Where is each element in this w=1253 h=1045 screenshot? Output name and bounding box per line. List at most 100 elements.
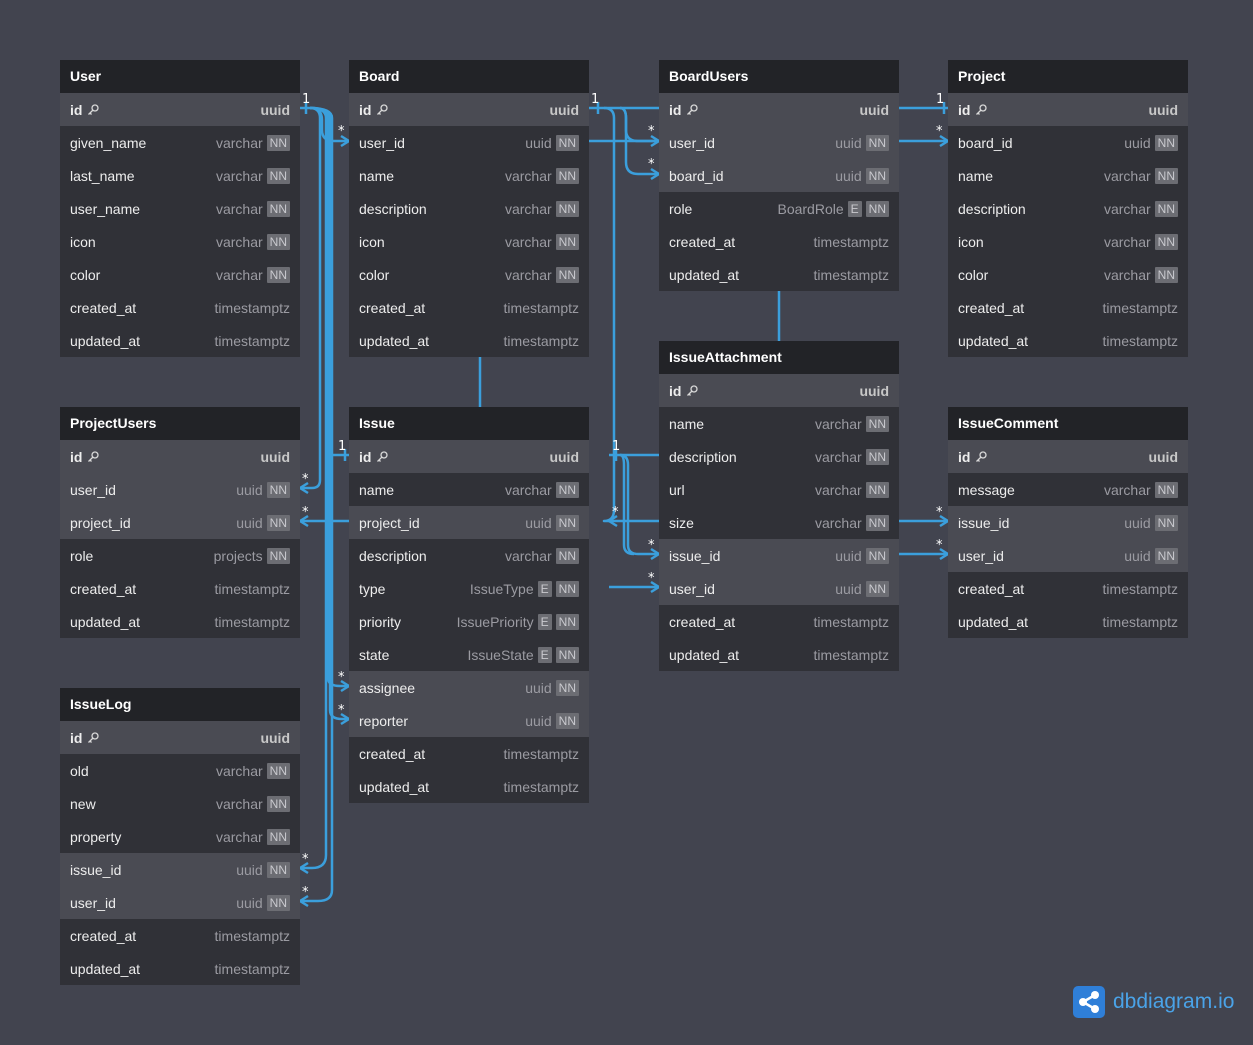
field-row-updated-at[interactable]: updated_at timestamptz (659, 638, 899, 671)
field-row-updated-at[interactable]: updated_at timestamptz (948, 605, 1188, 638)
field-row-project-id[interactable]: project_id uuid NN (349, 506, 589, 539)
field-row-updated-at[interactable]: updated_at timestamptz (659, 258, 899, 291)
dbdiagram-logo[interactable]: dbdiagram.io (1073, 986, 1234, 1018)
field-name-wrap: icon (70, 234, 96, 250)
table-header[interactable]: Issue (349, 407, 589, 440)
field-row-updated-at[interactable]: updated_at timestamptz (349, 770, 589, 803)
field-row-issue-id[interactable]: issue_id uuid NN (948, 506, 1188, 539)
field-row-created-at[interactable]: created_at timestamptz (60, 572, 300, 605)
field-row-description[interactable]: description varchar NN (948, 192, 1188, 225)
field-row-updated-at[interactable]: updated_at timestamptz (60, 952, 300, 985)
field-row-given-name[interactable]: given_name varchar NN (60, 126, 300, 159)
field-row-user-id[interactable]: user_id uuid NN (659, 126, 899, 159)
table-issuelog[interactable]: IssueLog id uuid old varchar NN new varchar NN pr… (60, 688, 300, 985)
field-row-board-id[interactable]: board_id uuid NN (948, 126, 1188, 159)
table-boardusers[interactable]: BoardUsers id uuid user_id uuid NN board_id uui… (659, 60, 899, 291)
field-row-user-id[interactable]: user_id uuid NN (60, 473, 300, 506)
field-row-size[interactable]: size varchar NN (659, 506, 899, 539)
field-row-updated-at[interactable]: updated_at timestamptz (60, 605, 300, 638)
field-row-id[interactable]: id uuid (349, 93, 589, 126)
field-row-user-id[interactable]: user_id uuid NN (659, 572, 899, 605)
table-header[interactable]: Board (349, 60, 589, 93)
field-row-role[interactable]: role projects NN (60, 539, 300, 572)
table-project[interactable]: Project id uuid board_id uuid NN name varchar NN… (948, 60, 1188, 357)
field-row-color[interactable]: color varchar NN (948, 258, 1188, 291)
field-row-assignee[interactable]: assignee uuid NN (349, 671, 589, 704)
field-row-message[interactable]: message varchar NN (948, 473, 1188, 506)
field-row-description[interactable]: description varchar NN (659, 440, 899, 473)
field-type: timestamptz (1102, 299, 1178, 316)
field-row-last-name[interactable]: last_name varchar NN (60, 159, 300, 192)
table-header[interactable]: User (60, 60, 300, 93)
field-name: given_name (70, 134, 147, 151)
table-header[interactable]: IssueLog (60, 688, 300, 721)
field-type-wrap: uuid NN (236, 861, 290, 878)
field-type-wrap: timestamptz (215, 581, 290, 597)
field-row-description[interactable]: description varchar NN (349, 539, 589, 572)
table-header[interactable]: ProjectUsers (60, 407, 300, 440)
table-header[interactable]: IssueComment (948, 407, 1188, 440)
field-row-project-id[interactable]: project_id uuid NN (60, 506, 300, 539)
field-row-created-at[interactable]: created_at timestamptz (659, 225, 899, 258)
field-row-issue-id[interactable]: issue_id uuid NN (60, 853, 300, 886)
field-row-name[interactable]: name varchar NN (349, 159, 589, 192)
table-issue[interactable]: Issue id uuid name varchar NN project_id uuid NN… (349, 407, 589, 803)
field-row-user-id[interactable]: user_id uuid NN (60, 886, 300, 919)
field-row-type[interactable]: type IssueType E NN (349, 572, 589, 605)
field-row-color[interactable]: color varchar NN (349, 258, 589, 291)
field-row-id[interactable]: id uuid (948, 440, 1188, 473)
field-type: varchar (1103, 200, 1151, 217)
field-row-new[interactable]: new varchar NN (60, 787, 300, 820)
field-row-id[interactable]: id uuid (659, 93, 899, 126)
field-row-user-id[interactable]: user_id uuid NN (349, 126, 589, 159)
field-row-url[interactable]: url varchar NN (659, 473, 899, 506)
table-header[interactable]: BoardUsers (659, 60, 899, 93)
field-row-state[interactable]: state IssueState E NN (349, 638, 589, 671)
field-row-icon[interactable]: icon varchar NN (349, 225, 589, 258)
field-row-name[interactable]: name varchar NN (659, 407, 899, 440)
field-row-id[interactable]: id uuid (948, 93, 1188, 126)
field-row-created-at[interactable]: created_at timestamptz (659, 605, 899, 638)
field-row-id[interactable]: id uuid (60, 440, 300, 473)
field-row-created-at[interactable]: created_at timestamptz (948, 572, 1188, 605)
field-row-created-at[interactable]: created_at timestamptz (349, 291, 589, 324)
field-row-user-name[interactable]: user_name varchar NN (60, 192, 300, 225)
field-row-id[interactable]: id uuid (349, 440, 589, 473)
field-row-reporter[interactable]: reporter uuid NN (349, 704, 589, 737)
field-row-name[interactable]: name varchar NN (349, 473, 589, 506)
table-user[interactable]: User id uuid given_name varchar NN last_name va… (60, 60, 300, 357)
field-row-created-at[interactable]: created_at timestamptz (60, 919, 300, 952)
field-row-updated-at[interactable]: updated_at timestamptz (948, 324, 1188, 357)
field-row-role[interactable]: role BoardRole E NN (659, 192, 899, 225)
field-row-board-id[interactable]: board_id uuid NN (659, 159, 899, 192)
issue-reporter-line (309, 106, 349, 721)
field-row-id[interactable]: id uuid (60, 93, 300, 126)
field-row-color[interactable]: color varchar NN (60, 258, 300, 291)
table-issuecomment[interactable]: IssueComment id uuid message varchar NN issue_… (948, 407, 1188, 638)
field-row-property[interactable]: property varchar NN (60, 820, 300, 853)
table-board[interactable]: Board id uuid user_id uuid NN name varchar NN des… (349, 60, 589, 357)
field-row-created-at[interactable]: created_at timestamptz (60, 291, 300, 324)
field-name-wrap: created_at (669, 234, 735, 250)
table-header[interactable]: Project (948, 60, 1188, 93)
field-row-id[interactable]: id uuid (60, 721, 300, 754)
field-name-wrap: color (70, 267, 100, 283)
field-row-created-at[interactable]: created_at timestamptz (948, 291, 1188, 324)
table-projectusers[interactable]: ProjectUsers id uuid user_id uuid NN project_i… (60, 407, 300, 638)
field-row-created-at[interactable]: created_at timestamptz (349, 737, 589, 770)
field-row-old[interactable]: old varchar NN (60, 754, 300, 787)
field-name-wrap: name (359, 168, 394, 184)
field-row-issue-id[interactable]: issue_id uuid NN (659, 539, 899, 572)
field-row-name[interactable]: name varchar NN (948, 159, 1188, 192)
field-row-priority[interactable]: priority IssuePriority E NN (349, 605, 589, 638)
field-row-user-id[interactable]: user_id uuid NN (948, 539, 1188, 572)
field-row-icon[interactable]: icon varchar NN (60, 225, 300, 258)
field-row-id[interactable]: id uuid (659, 374, 899, 407)
field-row-description[interactable]: description varchar NN (349, 192, 589, 225)
table-header[interactable]: IssueAttachment (659, 341, 899, 374)
table-issueattachment[interactable]: IssueAttachment id uuid name varchar NN descri… (659, 341, 899, 671)
field-row-updated-at[interactable]: updated_at timestamptz (60, 324, 300, 357)
field-row-updated-at[interactable]: updated_at timestamptz (349, 324, 589, 357)
field-row-icon[interactable]: icon varchar NN (948, 225, 1188, 258)
field-name-wrap: type (359, 581, 385, 597)
